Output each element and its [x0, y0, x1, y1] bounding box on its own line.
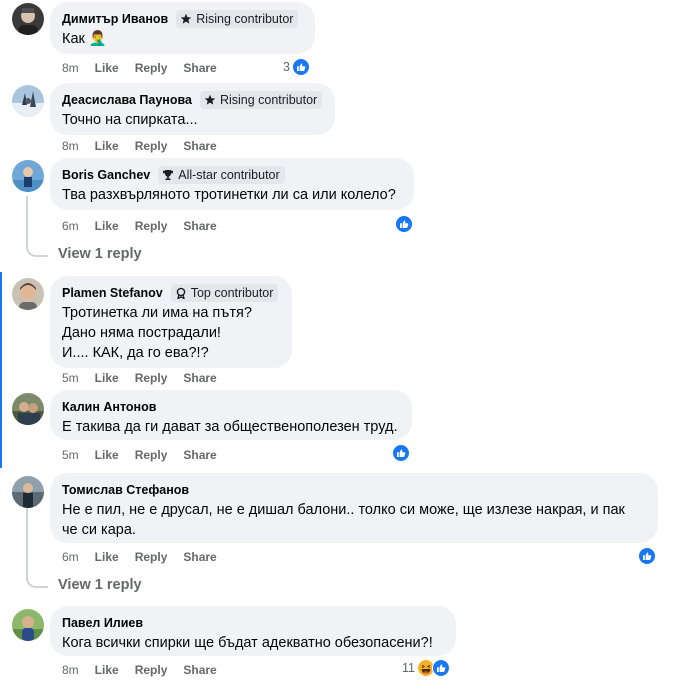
reaction-summary[interactable]: [395, 215, 413, 233]
contributor-badge[interactable]: Rising contributor: [199, 91, 323, 109]
avatar[interactable]: [12, 609, 44, 641]
author-name[interactable]: Boris Ganchev: [62, 168, 150, 182]
like-icon: [392, 444, 410, 462]
comment-actions: 8m Like Reply Share: [62, 662, 233, 678]
view-replies-link[interactable]: View 1 reply: [58, 577, 142, 593]
highlight-bar: [0, 272, 2, 468]
badge-label: Top contributor: [190, 286, 274, 300]
like-button[interactable]: Like: [95, 663, 119, 677]
reply-button[interactable]: Reply: [135, 550, 168, 564]
thread-line: [26, 196, 28, 248]
share-button[interactable]: Share: [183, 550, 216, 564]
comment-bubble: Томислав Стефанов Не е пил, не е друсал,…: [50, 473, 658, 543]
author-name[interactable]: Димитър Иванов: [62, 12, 168, 26]
thread-curve: [26, 576, 48, 588]
comment-bubble: Павел Илиев Кога всички спирки ще бъдат …: [50, 606, 456, 656]
comment-text: Кога всички спирки ще бъдат адекватно об…: [62, 635, 433, 651]
comment-text: Как 🤦‍♂️: [62, 31, 107, 47]
reply-button[interactable]: Reply: [135, 219, 168, 233]
reaction-count: 3: [283, 60, 290, 74]
avatar[interactable]: [12, 3, 44, 35]
share-button[interactable]: Share: [183, 663, 216, 677]
medal-icon: [176, 287, 186, 299]
comment-text-line: Не е пил, не е друсал, не е дишал балони…: [62, 502, 625, 518]
reaction-summary[interactable]: 11: [402, 659, 450, 677]
contributor-badge[interactable]: All-star contributor: [158, 166, 285, 184]
like-icon: [291, 58, 310, 76]
share-button[interactable]: Share: [183, 448, 216, 462]
share-button[interactable]: Share: [183, 371, 216, 385]
reply-button[interactable]: Reply: [135, 61, 168, 75]
like-button[interactable]: Like: [95, 550, 119, 564]
share-button[interactable]: Share: [183, 219, 216, 233]
view-replies-link[interactable]: View 1 reply: [58, 246, 142, 262]
comment-actions: 8m Like Reply Share: [62, 60, 233, 76]
reaction-count: 11: [402, 661, 415, 675]
avatar[interactable]: [12, 476, 44, 508]
author-name[interactable]: Калин Антонов: [62, 400, 156, 414]
comment-bubble: Калин Антонов Е такива да ги дават за об…: [50, 390, 412, 440]
like-icon: [431, 659, 450, 677]
thread-curve: [26, 245, 48, 257]
badge-label: Rising contributor: [219, 93, 318, 107]
author-name[interactable]: Plamen Stefanov: [62, 286, 163, 300]
author-name[interactable]: Павел Илиев: [62, 616, 143, 630]
reply-button[interactable]: Reply: [135, 663, 168, 677]
share-button[interactable]: Share: [183, 61, 216, 75]
like-button[interactable]: Like: [95, 139, 119, 153]
reply-button[interactable]: Reply: [135, 448, 168, 462]
timestamp[interactable]: 6m: [62, 219, 79, 233]
comment-actions: 5m Like Reply Share: [62, 370, 233, 386]
like-icon: [638, 547, 656, 565]
contributor-badge[interactable]: Rising contributor: [176, 10, 299, 28]
comment-actions: 5m Like Reply Share: [62, 447, 233, 463]
comment-text-line: И.... КАК, да го ева?!?: [62, 345, 209, 361]
like-button[interactable]: Like: [95, 61, 119, 75]
comment-actions: 6m Like Reply Share: [62, 549, 233, 565]
comment-text: Е такива да ги дават за общественополезе…: [62, 419, 398, 435]
timestamp[interactable]: 5m: [62, 448, 79, 462]
timestamp[interactable]: 6m: [62, 550, 79, 564]
author-name[interactable]: Деасислава Паунова: [62, 93, 192, 107]
star-icon: [204, 94, 216, 105]
share-button[interactable]: Share: [183, 139, 216, 153]
thread-line: [26, 508, 28, 580]
comment-actions: 8m Like Reply Share: [62, 138, 233, 154]
like-icon: [395, 215, 413, 233]
comment-text-line: че си кара.: [62, 522, 136, 538]
comment-text-line: Дано няма пострадали!: [62, 325, 221, 341]
comment-bubble: Димитър Иванов Rising contributor Как 🤦‍…: [50, 2, 315, 54]
badge-label: All-star contributor: [178, 168, 280, 182]
timestamp[interactable]: 5m: [62, 371, 79, 385]
author-name[interactable]: Томислав Стефанов: [62, 483, 189, 497]
comment-bubble: Boris Ganchev All-star contributor Тва р…: [50, 158, 414, 210]
reply-button[interactable]: Reply: [135, 139, 168, 153]
avatar[interactable]: [12, 278, 44, 310]
badge-label: Rising contributor: [196, 12, 294, 26]
star-icon: [181, 13, 192, 24]
like-button[interactable]: Like: [95, 448, 119, 462]
avatar[interactable]: [12, 85, 44, 117]
contributor-badge[interactable]: Top contributor: [170, 284, 279, 302]
comment-bubble: Деасислава Паунова Rising contributor То…: [50, 83, 335, 135]
trophy-icon: [163, 170, 174, 180]
timestamp[interactable]: 8m: [62, 61, 79, 75]
reaction-summary[interactable]: 3: [283, 58, 310, 76]
timestamp[interactable]: 8m: [62, 663, 79, 677]
like-button[interactable]: Like: [95, 219, 119, 233]
comment-text: Точно на спирката...: [62, 112, 198, 128]
comment-text-line: Тротинетка ли има на пътя?: [62, 305, 252, 321]
timestamp[interactable]: 8m: [62, 139, 79, 153]
like-button[interactable]: Like: [95, 371, 119, 385]
comment-actions: 6m Like Reply Share: [62, 218, 233, 234]
reaction-summary[interactable]: [392, 444, 410, 462]
comments-section: Димитър Иванов Rising contributor Как 🤦‍…: [0, 0, 680, 680]
comment-bubble: Plamen Stefanov Top contributor Тротинет…: [50, 276, 292, 368]
avatar[interactable]: [12, 393, 44, 425]
avatar[interactable]: [12, 160, 44, 192]
reaction-summary[interactable]: [638, 547, 656, 565]
reply-button[interactable]: Reply: [135, 371, 168, 385]
comment-text: Тва разхвърляното тротинетки ли са или к…: [62, 187, 396, 203]
